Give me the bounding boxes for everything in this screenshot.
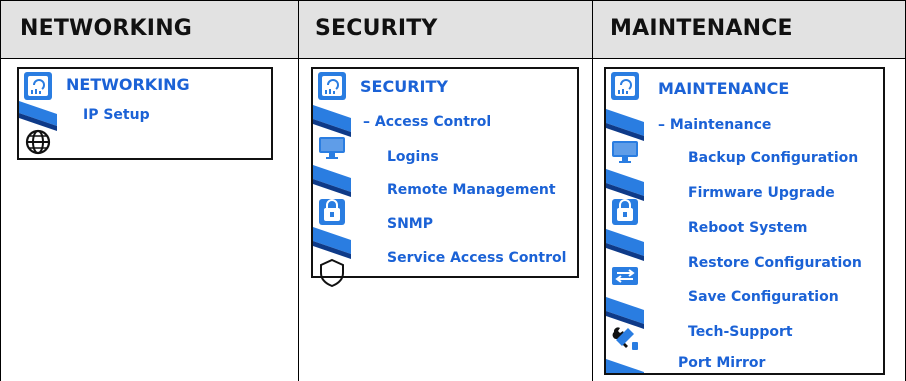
menu-item-reboot-system[interactable]: Reboot System bbox=[688, 220, 807, 236]
dashboard-icon[interactable] bbox=[23, 71, 53, 101]
menu-item-firmware-upgrade[interactable]: Firmware Upgrade bbox=[688, 185, 835, 201]
menu-group-access-control[interactable]: – Access Control bbox=[363, 114, 491, 130]
security-menu-panel: SECURITY – Access Control Logins Remote … bbox=[311, 67, 579, 287]
dashboard-icon[interactable] bbox=[610, 71, 640, 101]
monitor-icon[interactable] bbox=[317, 133, 347, 163]
maintenance-menu-panel: MAINTENANCE – Maintenance Backup Configu… bbox=[604, 67, 885, 375]
shield-icon[interactable] bbox=[317, 257, 347, 287]
menu-item-snmp[interactable]: SNMP bbox=[387, 216, 433, 232]
menu-item-remote-management[interactable]: Remote Management bbox=[387, 182, 556, 198]
header-maintenance: MAINTENANCE bbox=[610, 16, 793, 41]
menu-item-logins[interactable]: Logins bbox=[387, 149, 439, 165]
security-menu-title[interactable]: SECURITY bbox=[360, 77, 448, 96]
column-divider-1 bbox=[298, 0, 299, 381]
globe-icon[interactable] bbox=[23, 127, 53, 157]
header-security: SECURITY bbox=[315, 16, 438, 41]
table-left-border bbox=[0, 0, 1, 381]
menu-item-save-configuration[interactable]: Save Configuration bbox=[688, 289, 839, 305]
networking-menu-panel: NETWORKING IP Setup bbox=[17, 67, 273, 160]
tools-icon[interactable] bbox=[610, 324, 640, 354]
menu-item-backup-configuration[interactable]: Backup Configuration bbox=[688, 150, 858, 166]
lock-icon[interactable] bbox=[317, 197, 347, 227]
menu-item-service-access-control[interactable]: Service Access Control bbox=[387, 250, 566, 266]
menu-group-maintenance[interactable]: – Maintenance bbox=[658, 117, 771, 133]
lock-icon[interactable] bbox=[610, 197, 640, 227]
switch-icon[interactable] bbox=[610, 261, 640, 291]
menu-item-ip-setup[interactable]: IP Setup bbox=[83, 107, 150, 123]
header-bottom-border bbox=[0, 58, 906, 59]
empty-highlight-box bbox=[71, 132, 147, 156]
monitor-icon[interactable] bbox=[610, 137, 640, 167]
menu-item-tech-support[interactable]: Tech-Support bbox=[688, 324, 793, 340]
header-networking: NETWORKING bbox=[20, 16, 193, 41]
table-top-border bbox=[0, 0, 906, 1]
column-divider-2 bbox=[592, 0, 593, 381]
networking-menu-title[interactable]: NETWORKING bbox=[66, 75, 190, 94]
menu-item-restore-configuration[interactable]: Restore Configuration bbox=[688, 255, 862, 271]
dashboard-icon[interactable] bbox=[317, 71, 347, 101]
maintenance-menu-title[interactable]: MAINTENANCE bbox=[658, 79, 789, 98]
menu-item-port-mirror[interactable]: Port Mirror bbox=[678, 355, 765, 371]
